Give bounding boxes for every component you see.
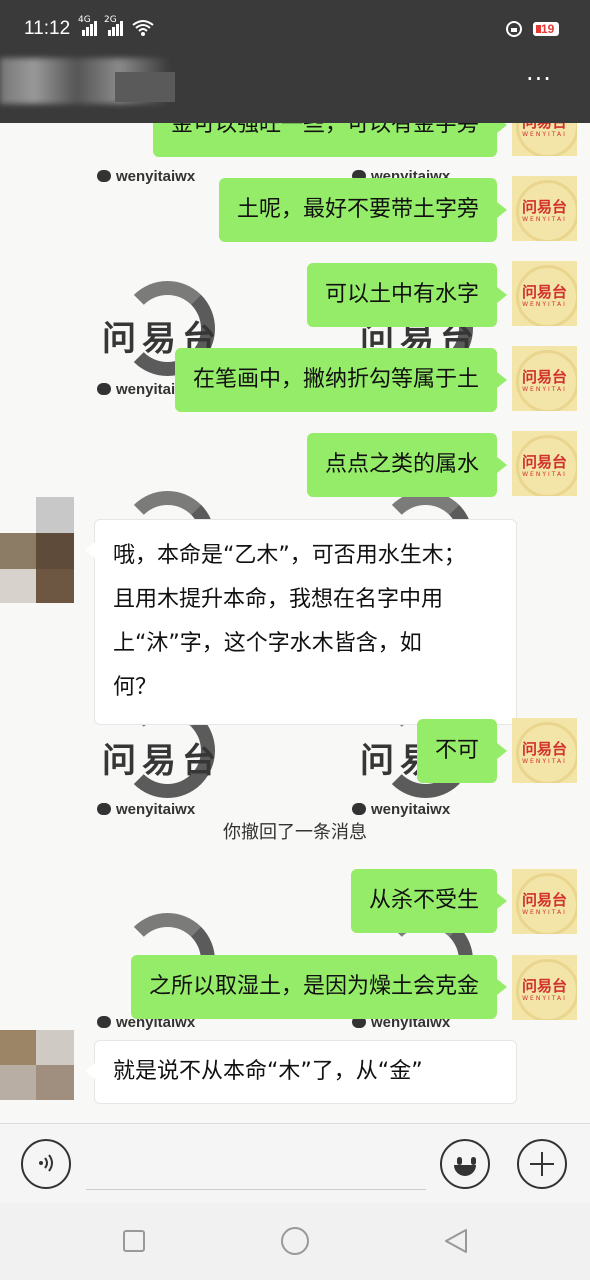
- message-bubble-me[interactable]: 金可以强旺一些，可以有金字旁: [152, 123, 508, 157]
- my-avatar[interactable]: 问易台WENYITAI: [512, 431, 577, 496]
- message-bubble-me[interactable]: 在笔画中，撇纳折勾等属于土: [174, 348, 508, 412]
- emoji-button[interactable]: [440, 1139, 490, 1189]
- system-nav-bar: [0, 1203, 590, 1280]
- my-avatar[interactable]: 问易台WENYITAI: [512, 718, 577, 783]
- message-bubble-me[interactable]: 之所以取湿土，是因为燥土会克金: [130, 955, 508, 1019]
- message-line: 哦，本命是“乙木”，可否用水生木；: [113, 543, 466, 568]
- back-button[interactable]: [442, 1227, 470, 1255]
- emoji-icon: [457, 1157, 462, 1165]
- message-bubble-me[interactable]: 土呢，最好不要带土字旁: [218, 178, 508, 242]
- contact-avatar[interactable]: [0, 1030, 74, 1100]
- my-avatar[interactable]: 问易台WENYITAI: [512, 346, 577, 411]
- message-bubble-me[interactable]: 从杀不受生: [350, 869, 508, 933]
- more-options-button[interactable]: [517, 1139, 567, 1189]
- contact-name-blurred-2: [115, 72, 175, 102]
- battery-level: 19: [541, 22, 555, 36]
- contact-avatar[interactable]: [0, 497, 74, 603]
- wifi-icon: [132, 20, 154, 36]
- message-bubble-other[interactable]: 就是说不从本命“木”了，从“金”: [85, 1040, 517, 1104]
- message-bubble-me[interactable]: 不可: [416, 719, 508, 783]
- voice-icon: [37, 1152, 57, 1179]
- chat-area[interactable]: wenyitaiwx wenyitaiwx 问易台 问易台 wenyitaiwx…: [0, 123, 590, 1123]
- signal-icon: [82, 18, 100, 36]
- my-avatar[interactable]: 问易台WENYITAI: [512, 123, 577, 156]
- more-button[interactable]: ···: [526, 67, 566, 92]
- message-bubble-me[interactable]: 可以土中有水字: [306, 263, 508, 327]
- recent-apps-button[interactable]: [123, 1230, 145, 1252]
- voice-button[interactable]: [21, 1139, 71, 1189]
- signal-icon-2: [108, 18, 126, 36]
- watermark-account: wenyitaiwx: [352, 801, 450, 818]
- message-line: 且用木提升本命，我想在名字中用: [113, 587, 444, 612]
- status-bar: 11:12 4G 2G 19: [0, 0, 590, 60]
- recall-notice: 你撤回了一条消息: [223, 822, 367, 843]
- message-line: 上“沐”字，这个字水木皆含，如: [113, 631, 422, 656]
- message-input[interactable]: [86, 1144, 426, 1190]
- message-bubble-other[interactable]: 哦，本命是“乙木”，可否用水生木； 且用木提升本命，我想在名字中用 上“沐”字，…: [85, 519, 517, 725]
- battery-icon: 19: [533, 22, 559, 36]
- status-time: 11:12: [24, 18, 71, 39]
- home-button[interactable]: [281, 1227, 309, 1255]
- rotation-lock-icon: [506, 21, 522, 37]
- top-bar: 11:12 4G 2G 19 ···: [0, 0, 590, 123]
- message-bubble-me[interactable]: 点点之类的属水: [306, 433, 508, 497]
- my-avatar[interactable]: 问易台WENYITAI: [512, 869, 577, 934]
- message-line: 就是说不从本命“木”了，从“金”: [113, 1059, 423, 1084]
- my-avatar[interactable]: 问易台WENYITAI: [512, 955, 577, 1020]
- watermark-account: wenyitaiwx: [97, 168, 195, 185]
- input-bar: [0, 1123, 590, 1203]
- my-avatar[interactable]: 问易台WENYITAI: [512, 261, 577, 326]
- watermark-account: wenyitaiwx: [97, 801, 195, 818]
- my-avatar[interactable]: 问易台WENYITAI: [512, 176, 577, 241]
- message-line: 何？: [113, 675, 158, 700]
